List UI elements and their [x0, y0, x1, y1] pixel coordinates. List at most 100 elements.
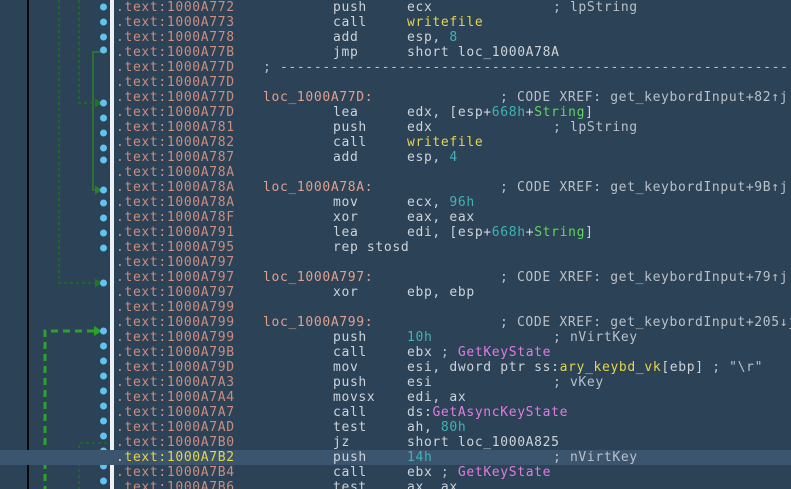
listing-row[interactable]: .text:1000A797xorebp, ebp	[0, 285, 791, 300]
code-token: ]	[585, 105, 593, 120]
address: .text:1000A7A7	[116, 405, 235, 420]
listing-row[interactable]: .text:1000A797loc_1000A797:; CODE XREF: …	[0, 270, 791, 285]
code-segment: ; CODE XREF: get_keybordInput+205↓j	[500, 315, 791, 330]
listing-row[interactable]: .text:1000A79Bcallebx ; GetKeyState	[0, 345, 791, 360]
code-segment: mov	[333, 195, 358, 210]
code-segment: ; vKey	[553, 375, 604, 390]
code-token: esp,	[407, 150, 449, 165]
code-token: push	[333, 450, 367, 465]
listing-row[interactable]: .text:1000A77Dleaedx, [esp+668h+String]	[0, 105, 791, 120]
code-segment: ; CODE XREF: get_keybordInput+79↑j	[500, 270, 788, 285]
listing-row[interactable]: .text:1000A78Amovecx, 96h	[0, 195, 791, 210]
code-token: ary_keybd_vk	[560, 360, 662, 375]
address: .text:1000A79D	[116, 360, 235, 375]
listing-row[interactable]: .text:1000A778 add esp, 8	[0, 30, 791, 45]
address: .text:1000A799	[116, 315, 235, 330]
code-segment: esi	[407, 375, 432, 390]
listing-row[interactable]: .text:1000A7A4movsxedi, ax	[0, 390, 791, 405]
code-token: ; CODE XREF: get_keybordInput+82↑j	[500, 90, 788, 105]
code-segment: lea	[333, 225, 358, 240]
listing-row[interactable]: .text:1000A7B6 test ax, ax	[0, 480, 791, 489]
listing-row[interactable]: .text:1000A78Fxoreax, eax	[0, 210, 791, 225]
code-token: ds:	[407, 405, 432, 420]
code-token: test	[333, 420, 367, 435]
listing-row[interactable]: .text:1000A799	[0, 300, 791, 315]
code-segment: add	[333, 150, 358, 165]
address: .text:1000A78F	[116, 210, 235, 225]
code-segment: call	[333, 465, 367, 480]
listing-row[interactable]: .text:1000A799push10h; nVirtKey	[0, 330, 791, 345]
code-segment: add	[333, 30, 358, 45]
listing-row[interactable]: .text:1000A795rep stosd	[0, 240, 791, 255]
address: .text:1000A781	[116, 120, 235, 135]
code-token: ; CODE XREF: get_keybordInput+79↑j	[500, 270, 788, 285]
address: .text:1000A778	[116, 30, 235, 45]
current-line[interactable]: .text:1000A7B2push14h; nVirtKey	[0, 450, 791, 465]
listing-row[interactable]: .text:1000A77D; ------------------------…	[0, 60, 791, 75]
code-token: call	[333, 405, 367, 420]
code-token: ax, ax	[407, 480, 458, 489]
code-token: jz	[333, 435, 350, 450]
code-token: 96h	[449, 195, 474, 210]
listing-row[interactable]: .text:1000A78A	[0, 165, 791, 180]
listing-row[interactable]: .text:1000A799loc_1000A799:; CODE XREF: …	[0, 315, 791, 330]
code-segment: xor	[333, 285, 358, 300]
code-token: 668h	[492, 105, 526, 120]
code-token: ]	[585, 225, 593, 240]
address: .text:1000A773	[116, 15, 235, 30]
code-token: +	[526, 225, 534, 240]
code-token: push	[333, 120, 367, 135]
address: .text:1000A772	[116, 0, 235, 15]
code-token: edi, [esp+	[407, 225, 492, 240]
code-token: test	[333, 480, 367, 489]
code-segment: lea	[333, 105, 358, 120]
address: .text:1000A7AD	[116, 420, 235, 435]
listing-row[interactable]: .text:1000A7AD test ah, 80h	[0, 420, 791, 435]
code-token: esi	[407, 375, 432, 390]
address: .text:1000A7B6	[116, 480, 235, 489]
listing-row[interactable]: .text:1000A77Bjmpshort loc_1000A78A	[0, 45, 791, 60]
listing-row[interactable]: .text:1000A78Aloc_1000A78A:; CODE XREF: …	[0, 180, 791, 195]
code-token: ; "\r"	[704, 360, 763, 375]
listing-row[interactable]: .text:1000A773callwritefile	[0, 15, 791, 30]
address: .text:1000A7B0	[116, 435, 235, 450]
listing-row[interactable]: .text:1000A79Dmovesi, dword ptr ss:ary_k…	[0, 360, 791, 375]
code-segment: ebx ; GetKeyState	[407, 465, 551, 480]
code-segment: push	[333, 0, 367, 15]
code-segment: ebp, ebp	[407, 285, 475, 300]
listing-row[interactable]: .text:1000A77D	[0, 75, 791, 90]
listing-row[interactable]: .text:1000A787addesp, 4	[0, 150, 791, 165]
listing-row[interactable]: .text:1000A782callwritefile	[0, 135, 791, 150]
code-segment: push	[333, 450, 367, 465]
listing-row[interactable]: .text:1000A791leaedi, [esp+668h+String]	[0, 225, 791, 240]
code-segment: loc_1000A77D:	[263, 90, 373, 105]
code-token: String	[534, 105, 585, 120]
code-segment: call	[333, 15, 367, 30]
listing-row[interactable]: .text:1000A7A3pushesi; vKey	[0, 375, 791, 390]
code-segment: test	[333, 480, 367, 489]
address: .text:1000A7B2	[116, 450, 235, 465]
code-token: ;	[441, 345, 458, 360]
code-token: GetKeyState	[458, 465, 551, 480]
code-token: loc_1000A797:	[263, 270, 373, 285]
code-segment: push	[333, 375, 367, 390]
listing-row[interactable]: .text:1000A797	[0, 255, 791, 270]
address: .text:1000A795	[116, 240, 235, 255]
listing-row[interactable]: .text:1000A7A7callds:GetAsyncKeyState	[0, 405, 791, 420]
listing-row[interactable]: .text:1000A772pushecx; lpString	[0, 0, 791, 15]
code-token: mov	[333, 195, 358, 210]
code-segment: edi, ax	[407, 390, 466, 405]
code-token: ebx	[407, 345, 441, 360]
code-token: 14h	[407, 450, 432, 465]
listing-row[interactable]: .text:1000A7B0jzshort loc_1000A825	[0, 435, 791, 450]
code-segment: ah, 80h	[407, 420, 466, 435]
listing-row[interactable]: .text:1000A77Dloc_1000A77D:; CODE XREF: …	[0, 90, 791, 105]
code-segment: mov	[333, 360, 358, 375]
code-segment: writefile	[407, 135, 483, 150]
address: .text:1000A787	[116, 150, 235, 165]
code-segment: esp, 8	[407, 30, 458, 45]
code-segment: test	[333, 420, 367, 435]
listing-row[interactable]: .text:1000A7B4callebx ; GetKeyState	[0, 465, 791, 480]
listing-row[interactable]: .text:1000A781pushedx; lpString	[0, 120, 791, 135]
code-token: short loc_1000A78A	[407, 45, 560, 60]
